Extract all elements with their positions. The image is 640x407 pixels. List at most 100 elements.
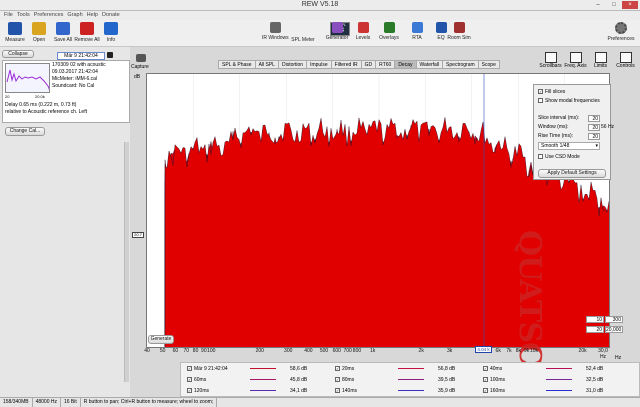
gear-icon — [615, 22, 627, 34]
scrollbars-icon — [544, 52, 557, 63]
toolbar-label: Remove All — [74, 37, 100, 43]
freq-axisbutton[interactable]: Freq. Axis — [563, 52, 588, 70]
legend-item[interactable]: ✓ 120ms 34,1 dB — [187, 386, 327, 396]
legend-name: 80ms — [342, 377, 355, 383]
preferences-button[interactable]: Preferences — [604, 21, 638, 47]
menu-item-tools[interactable]: Tools — [17, 11, 30, 20]
levels-button[interactable]: Levels — [350, 21, 376, 47]
legend-checkbox[interactable]: ✓ — [483, 366, 488, 372]
x-axis-unit: Hz — [615, 355, 622, 361]
limitsbutton[interactable]: Limits — [588, 52, 613, 70]
tab-rt60[interactable]: RT60 — [375, 60, 396, 69]
freq-max-input[interactable]: 20,000 — [605, 326, 623, 333]
legend-checkbox[interactable]: ✓ — [187, 366, 192, 372]
csd-mode-checkbox[interactable] — [538, 154, 543, 160]
measurement-entry[interactable]: 20 20.0k 170309 02 with acoustic 09.03.20… — [2, 60, 130, 123]
remove-all-button[interactable]: Remove All — [74, 21, 100, 47]
freq-min-input[interactable]: 20 — [586, 326, 604, 333]
legend-checkbox[interactable]: ✓ — [335, 388, 340, 394]
legend-item[interactable]: ✓ 40ms 52,4 dB — [483, 364, 623, 374]
legend-item[interactable]: ✓ 80ms 39,5 dB — [335, 375, 475, 385]
x-tick-label: 40 — [144, 348, 150, 354]
tab-scope[interactable]: Scope — [477, 60, 500, 69]
menu-item-graph[interactable]: Graph — [67, 11, 82, 20]
modal-freqs-checkbox[interactable] — [538, 98, 543, 104]
tab-gd[interactable]: GD — [360, 60, 377, 69]
save-all-button[interactable]: Save All — [50, 21, 76, 47]
window-frequency: 56 Hz — [601, 124, 615, 130]
tab-spl-phase[interactable]: SPL & Phase — [218, 60, 256, 69]
legend-checkbox[interactable]: ✓ — [187, 388, 192, 394]
legend-checkbox[interactable]: ✓ — [483, 377, 488, 383]
legend-item[interactable]: ✓ 160ms 31,0 dB — [483, 386, 623, 396]
legend-name: Mär 9 21:42:04 — [194, 366, 228, 372]
capture-label: Capture — [131, 64, 149, 70]
scrollbarsbutton[interactable]: Scrollbars — [538, 52, 563, 70]
x-tick-label: 3k — [446, 348, 453, 354]
left-scrollbar[interactable] — [124, 142, 129, 382]
generate-button[interactable]: Generate — [148, 335, 174, 344]
legend-checkbox[interactable]: ✓ — [483, 388, 488, 394]
rise-time-input[interactable]: 20 — [588, 133, 600, 140]
legend-item[interactable]: ✓ 100ms 32,5 dB — [483, 375, 623, 385]
menu-item-help[interactable]: Help — [87, 11, 98, 20]
menu-item-preferences[interactable]: Preferences — [34, 11, 64, 20]
legend-checkbox[interactable]: ✓ — [335, 366, 340, 372]
controlsbutton[interactable]: Controls — [613, 52, 638, 70]
spl-meter-button[interactable]: SPL Meter — [290, 21, 316, 47]
toolbar: dB SPL 83 Preferences MeasureOpenSave Al… — [0, 20, 640, 47]
x-tick-label: 100 — [207, 348, 216, 354]
info-button[interactable]: Info — [98, 21, 124, 47]
status-field: R button to pan; Ctrl+R button to measur… — [81, 398, 218, 407]
rta-button[interactable]: RTA — [404, 21, 430, 47]
levels-icon — [357, 22, 369, 33]
legend-swatch — [398, 368, 424, 370]
range-min-input[interactable]: 10 — [586, 316, 604, 323]
overlays-button[interactable]: Overlays — [376, 21, 402, 47]
tab-all-spl[interactable]: All SPL — [254, 60, 279, 69]
window-title: REW V5.18 — [301, 1, 339, 8]
csd-mode-row[interactable]: Use CSD Mode — [538, 153, 580, 161]
smoothing-select[interactable]: Smooth 1/48 ▾ — [538, 142, 600, 150]
fill-slices-row[interactable]: ✓ Fill slices — [538, 88, 565, 96]
x-tick-label: 300 — [284, 348, 293, 354]
menu-item-donate[interactable]: Donate — [102, 11, 120, 20]
legend-item[interactable]: ✓ 140ms 35,9 dB — [335, 386, 475, 396]
window-input[interactable]: 20 — [588, 124, 600, 131]
measure-button[interactable]: Measure — [2, 21, 28, 47]
controls-icon — [619, 52, 632, 63]
legend-checkbox[interactable]: ✓ — [335, 377, 340, 383]
legend-item[interactable]: ✓ Mär 9 21:42:04 58,6 dB — [187, 364, 327, 374]
legend-checkbox[interactable]: ✓ — [187, 377, 192, 383]
change-cal-button[interactable]: Change Cal... — [5, 127, 45, 136]
tab-impulse[interactable]: Impulse — [306, 60, 332, 69]
eq-icon — [435, 22, 447, 33]
modal-freqs-row[interactable]: Show modal frequencies — [538, 97, 600, 105]
x-tick-label: 70 — [183, 348, 189, 354]
measurement-name-field[interactable]: Mär 9 21:42:04 — [57, 52, 105, 60]
maximize-button[interactable]: □ — [606, 1, 622, 9]
tab-waterfall[interactable]: Waterfall — [415, 60, 444, 69]
legend-item[interactable]: ✓ 60ms 45,8 dB — [187, 375, 327, 385]
close-button[interactable]: × — [622, 1, 638, 9]
room-sim-button[interactable]: Room Sim — [446, 21, 472, 47]
minimize-button[interactable]: – — [590, 1, 606, 9]
fill-slices-checkbox[interactable]: ✓ — [538, 89, 543, 95]
ir-windows-button[interactable]: IR Windows — [262, 21, 289, 47]
tab-spectrogram[interactable]: Spectrogram — [442, 60, 479, 69]
collapse-button[interactable]: Collapse — [2, 50, 34, 58]
legend-name: 120ms — [194, 388, 210, 394]
range-max-input[interactable]: 300 — [605, 316, 623, 323]
menu-item-file[interactable]: File — [4, 11, 13, 20]
slice-interval-input[interactable]: 20 — [588, 115, 600, 122]
capture-button[interactable]: Capture — [131, 54, 149, 70]
tab-distortion[interactable]: Distortion — [277, 60, 308, 69]
info-icon[interactable] — [107, 52, 113, 58]
tab-decay[interactable]: Decay — [394, 60, 417, 69]
generator-button[interactable]: Generator — [324, 21, 350, 47]
legend-item[interactable]: ✓ 20ms 56,8 dB — [335, 364, 475, 374]
tool-label: Controls — [616, 63, 635, 69]
tab-filtered-ir[interactable]: Filtered IR — [330, 60, 362, 69]
apply-defaults-button[interactable]: Apply Default Settings — [538, 169, 606, 178]
open-button[interactable]: Open — [26, 21, 52, 47]
